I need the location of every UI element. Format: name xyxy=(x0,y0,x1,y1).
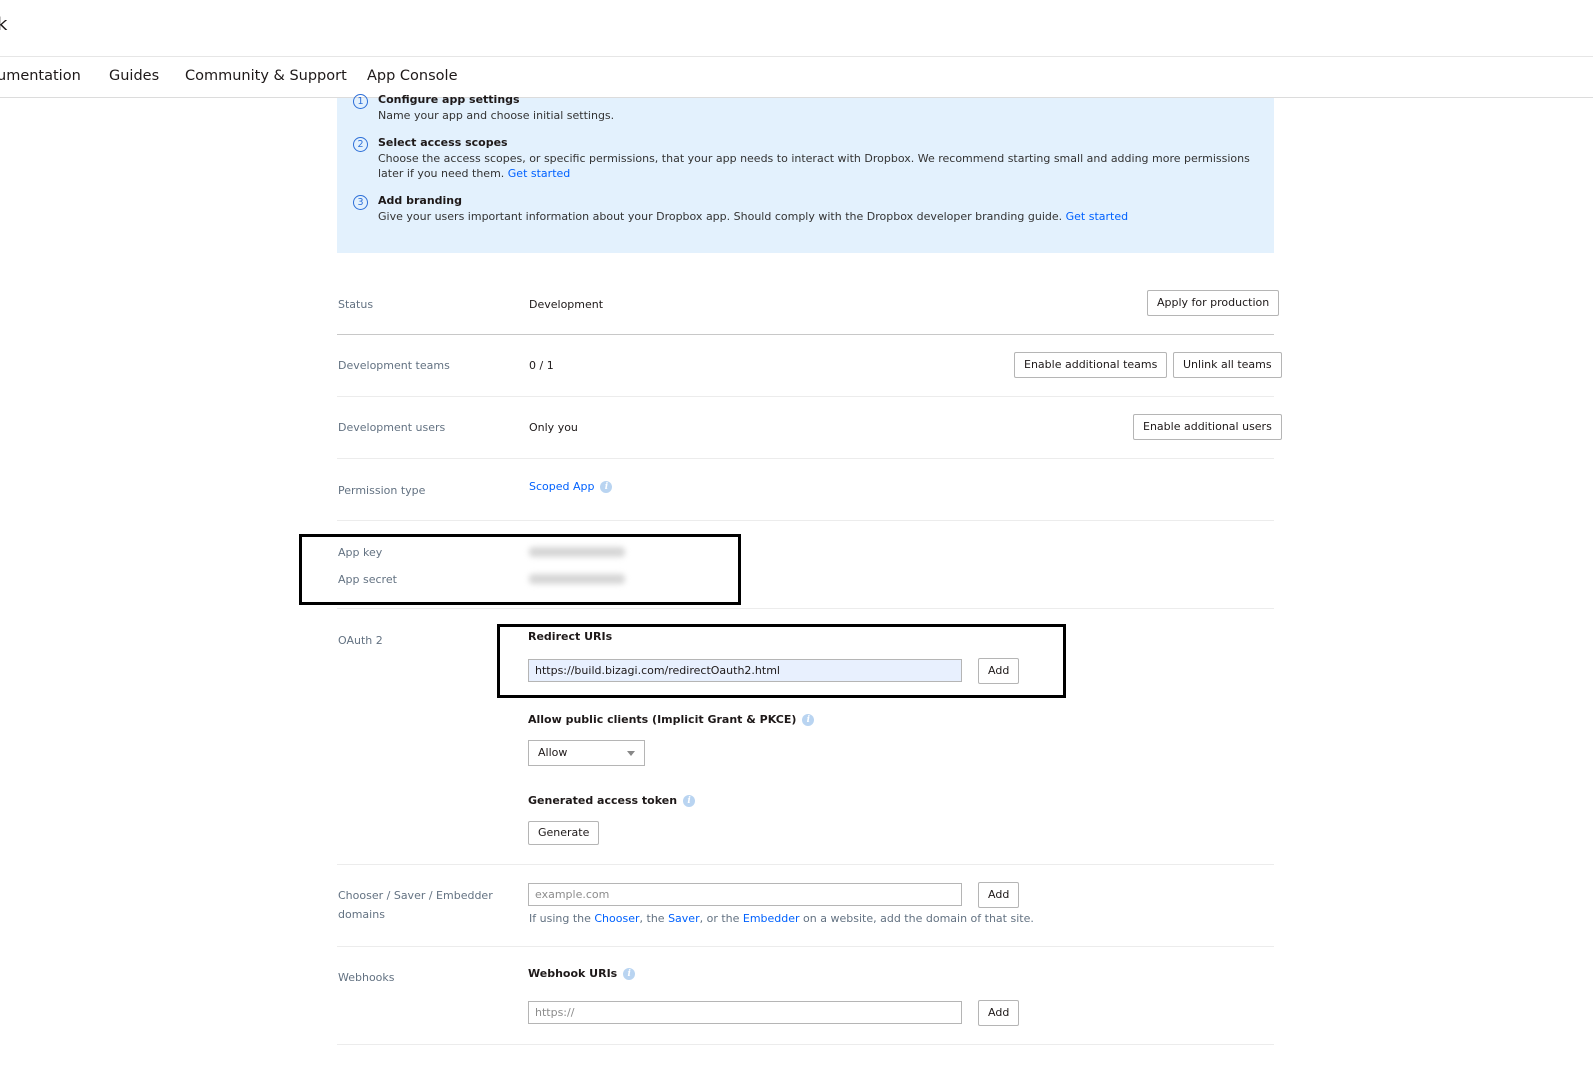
info-icon[interactable]: i xyxy=(802,714,815,726)
chooser-link[interactable]: Chooser xyxy=(594,912,639,925)
divider xyxy=(337,1044,1274,1045)
webhook-uri-input[interactable] xyxy=(528,1001,962,1024)
divider xyxy=(337,334,1274,335)
status-label: Status xyxy=(338,298,374,311)
setup-steps-panel: 1 Configure app settings Name your app a… xyxy=(337,93,1274,253)
step-title: Add branding xyxy=(378,194,462,207)
chooser-domain-input[interactable] xyxy=(528,883,962,906)
add-webhook-button[interactable]: Add xyxy=(978,1000,1020,1026)
divider xyxy=(337,520,1274,521)
info-icon[interactable]: i xyxy=(623,968,636,980)
chevron-down-icon xyxy=(627,751,635,756)
development-teams-label: Development teams xyxy=(338,359,450,372)
development-teams-value: 0 / 1 xyxy=(529,359,554,372)
get-started-link[interactable]: Get started xyxy=(1066,210,1128,223)
add-domain-button[interactable]: Add xyxy=(978,882,1020,908)
status-value[interactable]: Development xyxy=(529,298,603,311)
step-number: 2 xyxy=(353,137,368,152)
chooser-domains-label: Chooser / Saver / Embedder xyxy=(338,889,493,902)
annotation-box-keys xyxy=(299,534,741,605)
oauth2-label: OAuth 2 xyxy=(338,634,383,647)
top-bar: k xyxy=(0,0,1593,57)
public-clients-select[interactable]: Allow xyxy=(528,740,645,766)
nav-guides[interactable]: Guides xyxy=(109,68,159,84)
annotation-box-redirect-uris xyxy=(497,624,1066,698)
nav-documentation[interactable]: umentation xyxy=(0,68,81,84)
divider xyxy=(337,946,1274,947)
permission-type-value: Scoped App i xyxy=(529,480,613,493)
webhooks-label: Webhooks xyxy=(338,971,395,984)
unlink-all-teams-button[interactable]: Unlink all teams xyxy=(1173,352,1282,378)
step-description: Choose the access scopes, or specific pe… xyxy=(378,152,1250,180)
generated-token-title: Generated access token i xyxy=(528,794,696,807)
info-icon[interactable]: i xyxy=(600,481,613,493)
apply-for-production-button[interactable]: Apply for production xyxy=(1147,290,1280,316)
step-description: Name your app and choose initial setting… xyxy=(378,109,615,122)
step-title: Select access scopes xyxy=(378,136,508,149)
public-clients-title: Allow public clients (Implicit Grant & P… xyxy=(528,713,815,726)
nav-app-console[interactable]: App Console xyxy=(367,68,458,84)
scoped-app-link[interactable]: Scoped App xyxy=(529,480,594,493)
main-nav: umentation Guides Community & Support Ap… xyxy=(0,57,1593,98)
step-number: 3 xyxy=(353,195,368,210)
info-icon[interactable]: i xyxy=(683,795,696,807)
get-started-link[interactable]: Get started xyxy=(508,167,570,180)
divider xyxy=(337,864,1274,865)
generate-token-button[interactable]: Generate xyxy=(528,821,600,845)
enable-additional-teams-button[interactable]: Enable additional teams xyxy=(1014,352,1168,378)
webhook-uris-title: Webhook URIs i xyxy=(528,967,636,980)
divider xyxy=(337,396,1274,397)
saver-link[interactable]: Saver xyxy=(668,912,700,925)
brand-fragment: k xyxy=(0,14,8,35)
step-title: Configure app settings xyxy=(378,93,520,106)
enable-additional-users-button[interactable]: Enable additional users xyxy=(1133,414,1282,440)
public-clients-selected: Allow xyxy=(538,746,568,759)
step-description: Give your users important information ab… xyxy=(378,210,1129,223)
chooser-domains-label-line2: domains xyxy=(338,908,385,921)
embedder-link[interactable]: Embedder xyxy=(743,912,800,925)
development-users-value: Only you xyxy=(529,421,578,434)
divider xyxy=(337,608,1274,609)
divider xyxy=(337,458,1274,459)
permission-type-label: Permission type xyxy=(338,484,426,497)
step-number: 1 xyxy=(353,94,368,109)
development-users-label: Development users xyxy=(338,421,446,434)
nav-community-support[interactable]: Community & Support xyxy=(185,68,347,84)
chooser-hint: If using the Chooser, the Saver, or the … xyxy=(529,912,1034,925)
